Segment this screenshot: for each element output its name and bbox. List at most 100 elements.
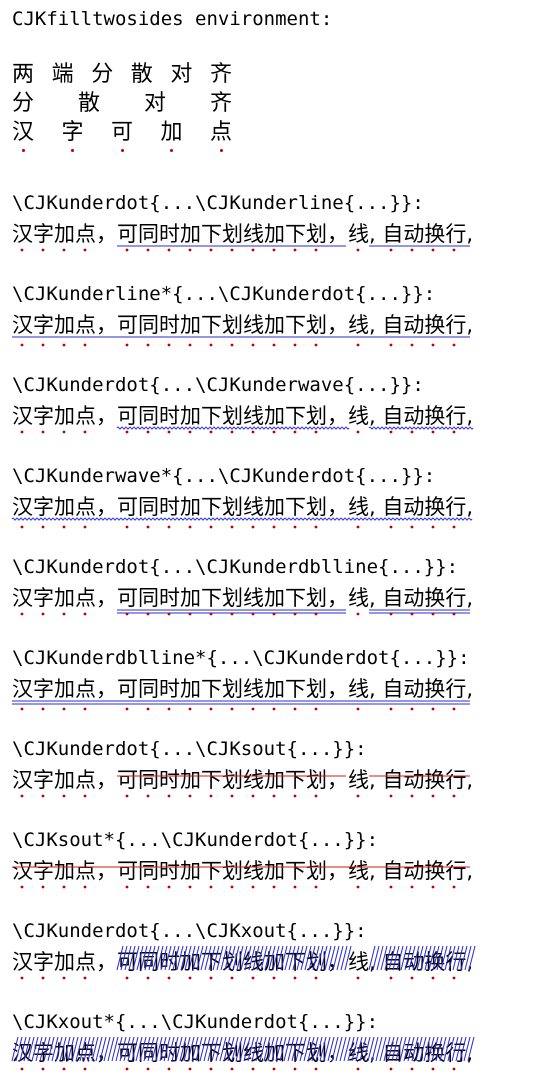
underdot xyxy=(431,612,435,616)
underdot xyxy=(62,794,66,798)
underdot xyxy=(431,976,435,980)
underdot xyxy=(146,1067,150,1071)
underdot xyxy=(293,343,297,347)
command-label: \CJKunderdot{...\CJKxout{...}}: xyxy=(12,920,367,942)
underdot xyxy=(314,1067,318,1071)
underdot xyxy=(41,343,45,347)
underdot xyxy=(83,248,87,252)
underdot xyxy=(209,1067,213,1071)
underdot xyxy=(41,1067,45,1071)
underdot xyxy=(20,430,24,434)
underdot xyxy=(389,1067,393,1071)
underdot xyxy=(452,885,456,889)
underdot xyxy=(314,976,318,980)
underdot xyxy=(209,430,213,434)
underdot xyxy=(272,976,276,980)
underdot xyxy=(272,248,276,252)
underdot xyxy=(452,343,456,347)
underdot xyxy=(356,343,360,347)
underdot xyxy=(356,248,360,252)
underdot xyxy=(389,612,393,616)
underdot xyxy=(251,430,255,434)
underdot xyxy=(410,976,414,980)
underdot xyxy=(272,707,276,711)
underdot xyxy=(167,707,171,711)
fill-char: 对 xyxy=(144,91,167,116)
command-label: \CJKxout*{...\CJKunderdot{...}}: xyxy=(12,1011,379,1033)
underdot xyxy=(83,976,87,980)
underdot xyxy=(146,885,150,889)
underdot xyxy=(188,248,192,252)
underdot xyxy=(167,612,171,616)
underdot xyxy=(167,794,171,798)
underdot xyxy=(389,248,393,252)
underdot xyxy=(125,707,129,711)
underdot xyxy=(314,612,318,616)
underdot xyxy=(41,885,45,889)
underdot xyxy=(410,343,414,347)
underdot xyxy=(452,248,456,252)
command-label: \CJKunderline*{...\CJKunderdot{...}}: xyxy=(12,283,436,305)
sample-line: 汉字加点，可同时加下划线加下划，线, 自动换行, xyxy=(12,859,474,883)
underdot xyxy=(125,525,129,529)
environment-title: CJKfilltwosides environment: xyxy=(12,8,333,30)
underdot xyxy=(410,430,414,434)
sample-line: 汉字加点，可同时加下划线加下划，线, 自动换行, xyxy=(12,950,474,974)
underdot xyxy=(230,885,234,889)
underdot xyxy=(452,1067,456,1071)
underdot xyxy=(188,1067,192,1071)
underdot xyxy=(389,707,393,711)
underdot xyxy=(83,430,87,434)
command-label: \CJKunderdot{...\CJKunderdblline{...}}: xyxy=(12,556,459,578)
underdot xyxy=(83,707,87,711)
underdot xyxy=(125,976,129,980)
underdot xyxy=(272,612,276,616)
sample-line: 汉字加点，可同时加下划线加下划，线, 自动换行, xyxy=(12,313,474,337)
fill-char: 对 xyxy=(170,62,193,87)
underdot xyxy=(20,525,24,529)
underdot xyxy=(389,976,393,980)
underdot xyxy=(251,794,255,798)
underdot xyxy=(20,612,24,616)
underdot xyxy=(272,430,276,434)
underdot xyxy=(314,885,318,889)
underdot xyxy=(314,525,318,529)
underdot xyxy=(188,976,192,980)
underdot xyxy=(62,248,66,252)
underdot xyxy=(293,707,297,711)
sample-line: 汉字加点，可同时加下划线加下划，线, 自动换行, xyxy=(12,495,474,519)
underdot xyxy=(251,885,255,889)
underdot xyxy=(293,430,297,434)
underdot xyxy=(356,1067,360,1071)
underdot xyxy=(188,430,192,434)
fill-line-1: 两端分散对齐 xyxy=(12,56,242,87)
underdot xyxy=(188,612,192,616)
underdot xyxy=(209,525,213,529)
underdot xyxy=(272,794,276,798)
underdot xyxy=(41,794,45,798)
underdot xyxy=(230,525,234,529)
underdot xyxy=(20,1067,24,1071)
underdot xyxy=(62,976,66,980)
underdot xyxy=(83,794,87,798)
underdot xyxy=(251,248,255,252)
underdot xyxy=(230,248,234,252)
underdot xyxy=(410,794,414,798)
underdot xyxy=(146,976,150,980)
underdot xyxy=(431,525,435,529)
underdot xyxy=(41,525,45,529)
underdot xyxy=(452,612,456,616)
underdot xyxy=(188,794,192,798)
underdot xyxy=(83,885,87,889)
underdot xyxy=(167,248,171,252)
fill-char: 加 xyxy=(161,114,183,152)
underdot xyxy=(125,248,129,252)
underdot xyxy=(410,707,414,711)
command-label: \CJKunderdot{...\CJKunderwave{...}}: xyxy=(12,374,424,396)
underdot xyxy=(356,707,360,711)
underdot xyxy=(230,976,234,980)
underdot xyxy=(293,612,297,616)
underdot xyxy=(251,1067,255,1071)
underdot xyxy=(389,885,393,889)
underdot xyxy=(431,1067,435,1071)
